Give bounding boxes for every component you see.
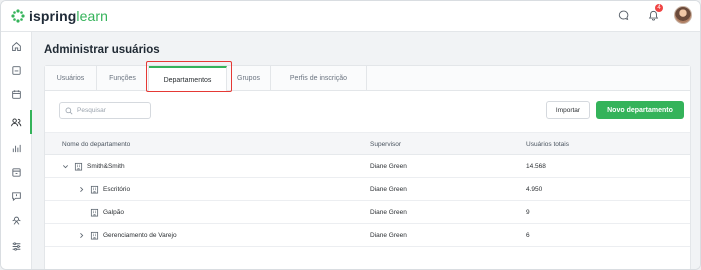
user-avatar[interactable] <box>674 6 692 24</box>
departments-card: Usuários Funções Departamentos Grupos Pe… <box>44 61 691 269</box>
supervisor-cell: Diane Green <box>370 209 407 216</box>
logo-text-accent: learn <box>76 8 109 24</box>
messages-icon <box>12 191 21 201</box>
department-name-cell: Escritório <box>78 183 130 196</box>
tab-groups[interactable]: Grupos <box>227 66 271 91</box>
supervisor-cell: Diane Green <box>370 163 407 170</box>
tab-enrollment-profiles[interactable]: Perfis de inscrição <box>271 66 367 91</box>
sidebar-item-home[interactable] <box>1 34 32 58</box>
sidebar-item-gamification[interactable] <box>1 208 32 232</box>
gamification-icon <box>12 216 21 225</box>
column-header-total-users[interactable]: Usuários totais <box>526 141 569 148</box>
page-title: Administrar usuários <box>44 44 160 56</box>
logo-text-main: ispring <box>29 8 77 24</box>
users-icon <box>10 117 21 126</box>
notifications-icon[interactable]: 4 <box>644 4 663 24</box>
sidebar-item-events[interactable] <box>1 160 32 184</box>
chevron-right-icon[interactable] <box>78 186 85 193</box>
department-name: Escritório <box>103 186 131 193</box>
courses-icon <box>12 65 21 75</box>
search-input[interactable]: Pesquisar <box>59 102 151 119</box>
department-name: Gerenciamento de Varejo <box>103 232 177 239</box>
column-header-supervisor[interactable]: Supervisor <box>370 141 401 148</box>
sidebar-item-users[interactable] <box>1 110 32 134</box>
sidebar-item-reports[interactable] <box>1 136 32 160</box>
chevron-right-icon[interactable] <box>78 232 85 239</box>
app-window: ispringlearn 4 Administrar usuários Usuá… <box>0 0 701 270</box>
building-icon <box>90 231 99 240</box>
department-name-cell: Gerenciamento de Varejo <box>78 229 177 242</box>
table-row[interactable]: Gerenciamento de Varejo Diane Green 6 <box>45 224 690 247</box>
sidebar-item-calendar[interactable] <box>1 82 32 106</box>
column-header-name[interactable]: Nome do departamento <box>62 141 130 148</box>
search-icon <box>65 107 73 114</box>
new-department-button[interactable]: Novo departamento <box>596 101 684 119</box>
sidebar-item-messages[interactable] <box>1 184 32 208</box>
tab-departments[interactable]: Departamentos <box>149 66 227 92</box>
top-bar-actions: 4 <box>614 4 692 24</box>
main-content: Administrar usuários Usuários Funções De… <box>32 32 700 269</box>
chevron-down-icon[interactable] <box>62 163 69 170</box>
sidebar-item-courses[interactable] <box>1 58 32 82</box>
table-header: Nome do departamento Supervisor Usuários… <box>45 132 690 155</box>
tab-roles[interactable]: Funções <box>97 66 149 91</box>
reports-icon <box>12 144 21 152</box>
building-icon <box>74 162 83 171</box>
chat-icon[interactable] <box>614 6 632 24</box>
building-icon <box>90 185 99 194</box>
supervisor-cell: Diane Green <box>370 232 407 239</box>
total-users-cell: 4.950 <box>526 186 543 193</box>
ispring-logo[interactable]: ispringlearn <box>10 8 108 24</box>
sidebar <box>1 32 32 269</box>
table-row[interactable]: Galpão Diane Green 9 <box>45 201 690 224</box>
table-row[interactable]: Smith&Smith Diane Green 14.568 <box>45 155 690 178</box>
events-icon <box>12 167 21 177</box>
total-users-cell: 9 <box>526 209 530 216</box>
import-button[interactable]: Importar <box>546 101 590 119</box>
top-bar: ispringlearn 4 <box>1 1 700 32</box>
total-users-cell: 6 <box>526 232 530 239</box>
department-name-cell: Smith&Smith <box>62 160 125 173</box>
tab-bar: Usuários Funções Departamentos Grupos Pe… <box>45 66 690 92</box>
total-users-cell: 14.568 <box>526 163 546 170</box>
building-icon <box>90 208 99 217</box>
notification-badge: 4 <box>655 4 663 12</box>
calendar-icon <box>12 89 21 99</box>
table-row[interactable]: Escritório Diane Green 4.950 <box>45 178 690 201</box>
department-name: Smith&Smith <box>87 163 125 170</box>
ispring-logo-icon <box>11 9 25 23</box>
tab-users[interactable]: Usuários <box>45 66 97 91</box>
sidebar-item-settings[interactable] <box>1 234 32 258</box>
department-name-cell: Galpão <box>90 206 124 219</box>
logo-text: ispringlearn <box>29 8 108 24</box>
home-icon <box>12 41 21 51</box>
department-name: Galpão <box>103 209 124 216</box>
supervisor-cell: Diane Green <box>370 186 407 193</box>
settings-icon <box>12 241 21 251</box>
search-placeholder: Pesquisar <box>77 107 106 114</box>
